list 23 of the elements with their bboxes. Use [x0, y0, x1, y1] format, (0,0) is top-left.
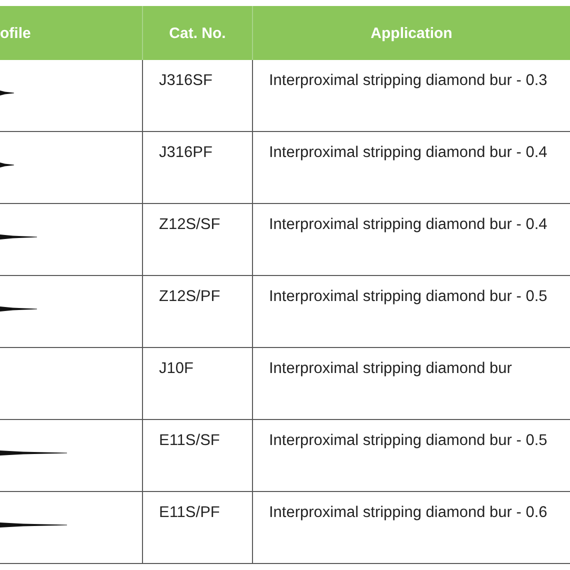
catalog-number: E11S/PF: [159, 504, 220, 521]
application-text: Interproximal stripping diamond bur - 0.3: [269, 72, 548, 89]
application-text: Interproximal stripping diamond bur - 0.5: [269, 288, 548, 305]
application-text: Interproximal stripping diamond bur - 0.4: [269, 144, 548, 161]
application-text: Interproximal stripping diamond bur: [269, 360, 512, 377]
catalog-number: Z12S/PF: [159, 288, 220, 305]
column-header: Application: [252, 6, 570, 60]
bur-drawing: [0, 90, 14, 96]
catalog-number: J316SF: [159, 72, 212, 89]
catalog-number: E11S/SF: [159, 432, 220, 449]
catalog-number: J316PF: [159, 144, 212, 161]
bur-drawing: [0, 162, 14, 168]
catalog-number: Z12S/SF: [159, 216, 220, 233]
bur-drawing: [0, 450, 67, 456]
column-header: Cat. No.: [142, 6, 252, 60]
bur-drawing: [0, 522, 67, 528]
application-text: Interproximal stripping diamond bur - 0.5: [269, 432, 548, 449]
application-text: Interproximal stripping diamond bur - 0.6: [269, 504, 548, 521]
catalog-number: J10F: [159, 360, 194, 377]
bur-drawing: [0, 234, 37, 240]
application-text: Interproximal stripping diamond bur - 0.4: [269, 216, 548, 233]
column-header: ofile: [0, 6, 142, 60]
bur-drawing: [0, 306, 37, 312]
